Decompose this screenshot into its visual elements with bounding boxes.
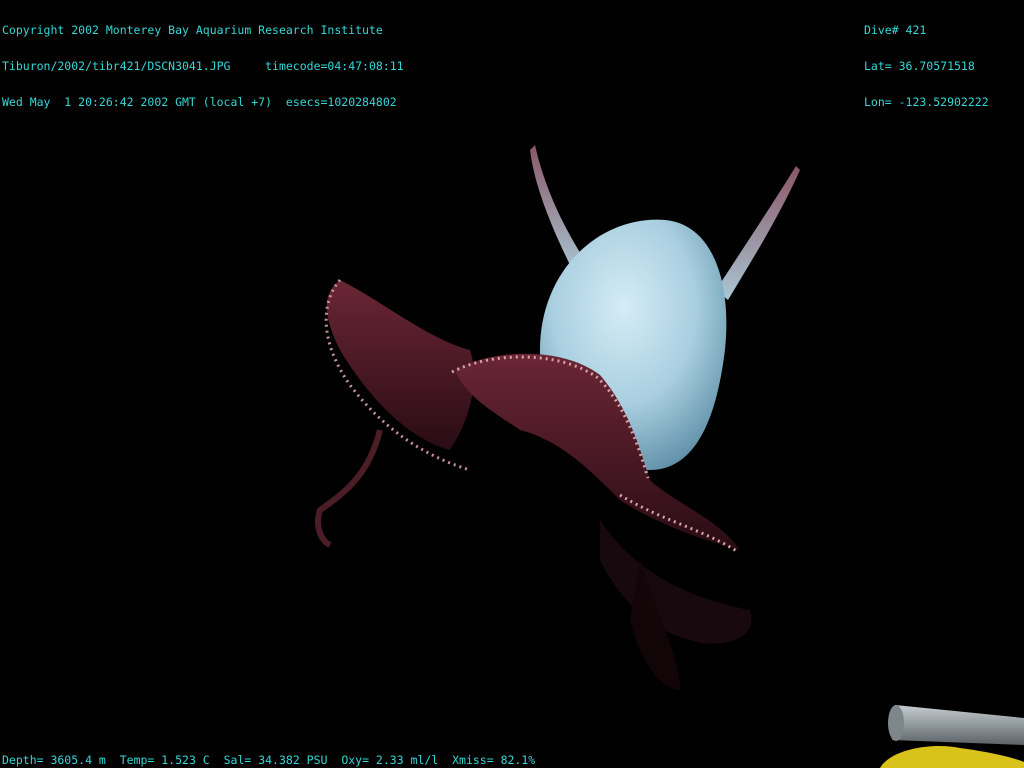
file-timecode-line: Tiburon/2002/tibr421/DSCN3041.JPG timeco… (2, 60, 404, 72)
dive-text: Dive# 421 (864, 23, 927, 37)
sal-text: Sal= 34.382 PSU (223, 753, 328, 767)
copyright-text: Copyright 2002 Monterey Bay Aquarium Res… (2, 23, 383, 37)
overlay-top-right: Dive# 421 Lat= 36.70571518 Lon= -123.529… (864, 0, 989, 132)
timecode-text: timecode=04:47:08:11 (265, 59, 404, 73)
overlay-bottom-sensors: Depth= 3605.4 m Temp= 1.523 C Sal= 34.38… (2, 754, 535, 766)
lon-text: Lon= -123.52902222 (864, 95, 989, 109)
oxy-text: Oxy= 2.33 ml/l (341, 753, 439, 767)
depth-text: Depth= 3605.4 m (2, 753, 106, 767)
datetime-text: Wed May 1 20:26:42 2002 GMT (local +7) (2, 95, 273, 109)
temp-text: Temp= 1.523 C (119, 753, 210, 767)
overlay-top-left: Copyright 2002 Monterey Bay Aquarium Res… (2, 0, 404, 132)
xmiss-text: Xmiss= 82.1% (452, 753, 536, 767)
datetime-esecs-line: Wed May 1 20:26:42 2002 GMT (local +7) e… (2, 96, 404, 108)
file-path-text: Tiburon/2002/tibr421/DSCN3041.JPG (2, 59, 231, 73)
photo-frame: Copyright 2002 Monterey Bay Aquarium Res… (0, 0, 1024, 768)
lat-text: Lat= 36.70571518 (864, 59, 975, 73)
esecs-text: esecs=1020284802 (285, 95, 397, 109)
